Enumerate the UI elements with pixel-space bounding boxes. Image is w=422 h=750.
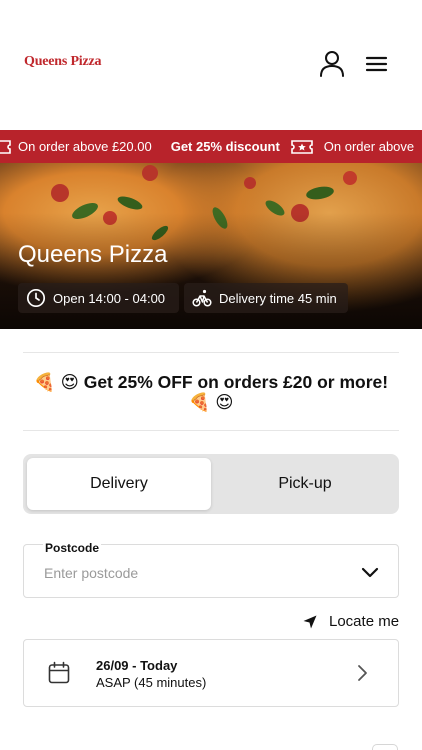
location-arrow-icon bbox=[303, 615, 317, 628]
clock-icon bbox=[26, 288, 46, 308]
restaurant-name: Queens Pizza bbox=[18, 241, 168, 268]
divider bbox=[23, 430, 399, 431]
account-button[interactable] bbox=[318, 50, 346, 78]
header: Queens Pizza bbox=[0, 0, 422, 130]
bike-icon bbox=[192, 289, 212, 307]
heart-eyes-emoji: 😍 bbox=[215, 392, 234, 412]
tab-pickup[interactable]: Pick-up bbox=[215, 458, 395, 510]
schedule-selector[interactable]: 26/09 - Today ASAP (45 minutes) bbox=[23, 639, 399, 707]
heart-eyes-emoji: 😍 bbox=[60, 372, 79, 392]
offer-banner: 🍕 😍 Get 25% OFF on orders £20 or more! 🍕… bbox=[23, 372, 399, 412]
promo-text: On order above bbox=[323, 139, 415, 154]
user-icon bbox=[320, 51, 344, 77]
opening-hours-chip: Open 14:00 - 04:00 bbox=[18, 283, 179, 313]
postcode-label: Postcode bbox=[43, 541, 102, 555]
menu-button[interactable] bbox=[362, 50, 390, 78]
calendar-icon bbox=[48, 661, 70, 684]
locate-me-label: Locate me bbox=[329, 613, 400, 630]
schedule-date: 26/09 - Today bbox=[96, 658, 178, 673]
schedule-time: ASAP (45 minutes) bbox=[96, 675, 207, 690]
offer-text: Get 25% OFF on orders £20 or more! bbox=[83, 372, 389, 392]
postcode-input[interactable] bbox=[44, 565, 344, 581]
chevron-down-icon[interactable] bbox=[360, 565, 380, 579]
order-mode-toggle: Delivery Pick-up bbox=[23, 454, 399, 514]
opening-hours-text: Open 14:00 - 04:00 bbox=[53, 290, 166, 306]
brand-logo[interactable]: Queens Pizza bbox=[24, 54, 102, 70]
delivery-time-text: Delivery time 45 min bbox=[219, 290, 337, 306]
tab-delivery[interactable]: Delivery bbox=[27, 458, 211, 510]
delivery-time-chip: Delivery time 45 min bbox=[184, 283, 348, 313]
promo-marquee: On order above £20.00 Get 25% discount O… bbox=[0, 130, 422, 163]
partial-control bbox=[372, 744, 398, 750]
hero-banner: Queens Pizza Open 14:00 - 04:00 Delivery… bbox=[0, 163, 422, 329]
pizza-emoji: 🍕 bbox=[33, 372, 56, 392]
postcode-field[interactable]: Postcode bbox=[23, 541, 399, 598]
ticket-icon bbox=[0, 139, 11, 154]
locate-me-button[interactable]: Locate me bbox=[303, 613, 399, 630]
promo-text: On order above £20.00 bbox=[18, 139, 152, 154]
promo-text: Get 25% discount bbox=[170, 139, 280, 154]
pizza-emoji: 🍕 bbox=[188, 392, 211, 412]
menu-icon bbox=[365, 56, 388, 72]
chevron-right-icon bbox=[358, 665, 367, 681]
divider bbox=[23, 352, 399, 353]
ticket-icon bbox=[290, 139, 313, 154]
